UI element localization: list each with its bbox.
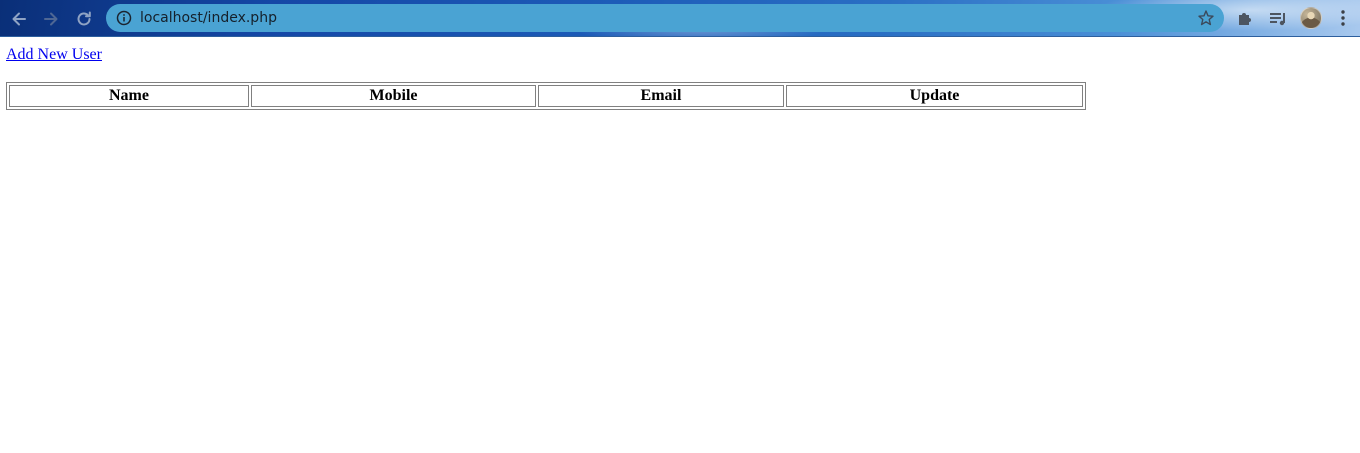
column-header-name: Name (9, 85, 249, 107)
table-header-row: Name Mobile Email Update (9, 85, 1083, 107)
column-header-mobile: Mobile (251, 85, 536, 107)
forward-arrow-icon (44, 12, 58, 26)
reload-icon (77, 11, 91, 26)
column-header-update: Update (786, 85, 1083, 107)
kebab-menu-icon[interactable] (1333, 8, 1353, 28)
column-header-email: Email (538, 85, 784, 107)
back-arrow-icon (12, 12, 26, 26)
page-content: Add New User Name Mobile Email Update (0, 37, 1360, 453)
address-bar[interactable]: localhost/index.php (106, 4, 1224, 32)
users-table: Name Mobile Email Update (6, 82, 1086, 110)
forward-button[interactable] (38, 6, 64, 32)
browser-toolbar: localhost/index.php (0, 0, 1360, 37)
url-text[interactable]: localhost/index.php (140, 9, 277, 27)
reload-button[interactable] (71, 6, 97, 32)
avatar[interactable] (1300, 7, 1322, 29)
add-new-user-link[interactable]: Add New User (6, 45, 102, 64)
puzzle-icon[interactable] (1236, 8, 1256, 28)
info-icon[interactable] (116, 10, 132, 26)
media-queue-icon[interactable] (1268, 8, 1288, 28)
back-button[interactable] (6, 6, 32, 32)
star-icon[interactable] (1197, 9, 1215, 27)
